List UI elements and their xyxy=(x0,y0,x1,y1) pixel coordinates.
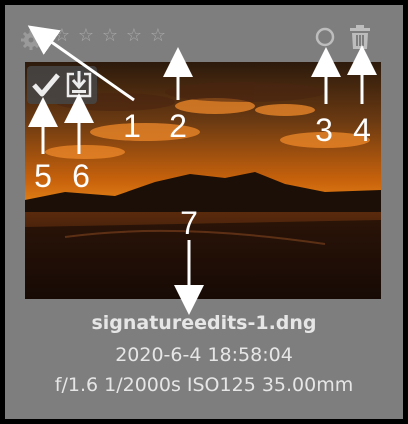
star-icon[interactable]: ☆ xyxy=(52,26,72,46)
star-icon[interactable]: ☆ xyxy=(124,26,144,46)
gear-icon[interactable] xyxy=(20,24,48,52)
file-name: signatureedits-1.dng xyxy=(91,312,317,334)
star-rating[interactable]: ☆ ☆ ☆ ☆ ☆ xyxy=(52,26,168,46)
capture-datetime: 2020-6-4 18:58:04 xyxy=(115,344,293,366)
download-icon[interactable] xyxy=(64,68,94,100)
exif-info: f/1.6 1/2000s ISO125 35.00mm xyxy=(54,374,354,396)
reject-circle-icon[interactable] xyxy=(314,26,336,48)
star-icon[interactable]: ☆ xyxy=(100,26,120,46)
check-icon[interactable] xyxy=(31,70,61,100)
star-icon[interactable]: ☆ xyxy=(148,26,168,46)
trash-icon[interactable] xyxy=(348,24,372,50)
star-icon[interactable]: ☆ xyxy=(76,26,96,46)
